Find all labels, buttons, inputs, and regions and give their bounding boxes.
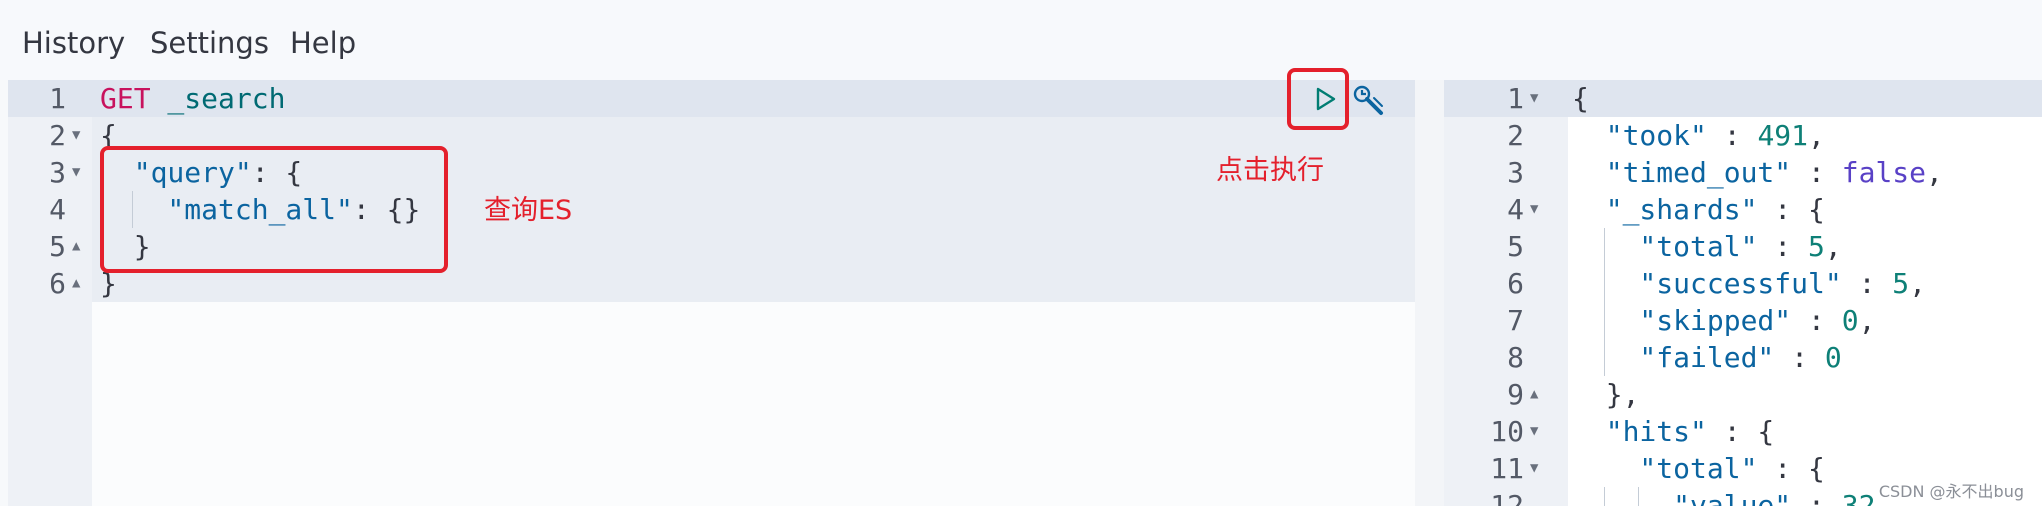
json-key: "_shards" bbox=[1572, 193, 1758, 226]
line-number: 5 bbox=[1507, 230, 1524, 263]
fold-down-icon[interactable]: ▼ bbox=[1530, 413, 1538, 450]
indent-guide bbox=[1638, 487, 1639, 506]
indent-guide bbox=[1604, 228, 1605, 376]
line-number: 9 bbox=[1507, 378, 1524, 411]
line-number: 8 bbox=[1507, 341, 1524, 374]
code-line: 3 "timed_out" : false, bbox=[1444, 154, 2042, 191]
code-text: , bbox=[1909, 267, 1927, 300]
code-text: : bbox=[1757, 230, 1809, 263]
line-number: 1 bbox=[49, 82, 66, 115]
request-editor[interactable]: 1 GET _search 2 ▼ { 3 ▼ "query": { 4 "ma… bbox=[8, 80, 1415, 506]
json-key: "took" bbox=[1572, 119, 1707, 152]
code-text: { bbox=[1572, 82, 1589, 115]
line-number: 3 bbox=[49, 156, 66, 189]
code-text: , bbox=[1926, 156, 1943, 189]
menu-settings[interactable]: Settings bbox=[150, 26, 269, 60]
wrench-icon[interactable] bbox=[1352, 84, 1386, 116]
query-annotation-label: 查询ES bbox=[484, 195, 573, 226]
line-number: 6 bbox=[1507, 267, 1524, 300]
line-number: 4 bbox=[1507, 193, 1524, 226]
json-key: "total" bbox=[1572, 452, 1758, 485]
code-line: 6 "successful" : 5, bbox=[1444, 265, 2042, 302]
json-number: 491 bbox=[1757, 119, 1809, 152]
fold-down-icon[interactable]: ▼ bbox=[1530, 191, 1538, 228]
code-line: 4 ▼ "_shards" : { bbox=[1444, 191, 2042, 228]
line-number: 2 bbox=[1507, 119, 1524, 152]
line-number: 5 bbox=[49, 230, 66, 263]
code-text: : bbox=[1774, 341, 1825, 374]
fold-down-icon[interactable]: ▼ bbox=[72, 117, 80, 154]
console-menubar: History Settings Help bbox=[0, 0, 2042, 80]
fold-up-icon[interactable]: ▲ bbox=[1530, 376, 1538, 413]
line-number: 6 bbox=[49, 267, 66, 300]
code-text: : { bbox=[1706, 415, 1775, 448]
menu-help[interactable]: Help bbox=[290, 26, 356, 60]
code-text: : bbox=[1841, 267, 1893, 300]
run-annotation-box bbox=[1287, 68, 1349, 130]
code-line: 1 GET _search bbox=[8, 80, 1415, 117]
json-key: "total" bbox=[1572, 230, 1758, 263]
code-text: : bbox=[1791, 489, 1842, 506]
line-number: 7 bbox=[1507, 304, 1524, 337]
json-key: "failed" bbox=[1572, 341, 1775, 374]
json-number: 0 bbox=[1841, 304, 1859, 337]
response-viewer[interactable]: 1 ▼ { 2 "took" : 491, 3 "timed_out" : fa… bbox=[1444, 80, 2042, 506]
code-line: 1 ▼ { bbox=[1444, 80, 2042, 117]
fold-down-icon[interactable]: ▼ bbox=[1530, 450, 1538, 487]
line-number: 11 bbox=[1490, 452, 1524, 485]
watermark: CSDN @永不出bug bbox=[1874, 478, 2028, 502]
code-text: : { bbox=[1757, 452, 1825, 485]
code-text: , bbox=[1824, 230, 1842, 263]
menu-history[interactable]: History bbox=[22, 26, 125, 60]
indent-guide bbox=[1604, 487, 1605, 506]
json-key: "successful" bbox=[1572, 267, 1842, 300]
code-line: 5 "total" : 5, bbox=[1444, 228, 2042, 265]
fold-down-icon[interactable]: ▼ bbox=[72, 154, 80, 191]
json-number: 5 bbox=[1892, 267, 1910, 300]
fold-down-icon[interactable]: ▼ bbox=[1530, 80, 1538, 117]
code-text: , bbox=[1858, 304, 1876, 337]
line-number: 10 bbox=[1490, 415, 1524, 448]
json-boolean: false bbox=[1841, 156, 1927, 189]
fold-up-icon[interactable]: ▲ bbox=[72, 228, 80, 265]
fold-up-icon[interactable]: ▲ bbox=[72, 265, 80, 302]
json-number: 5 bbox=[1808, 230, 1825, 263]
code-text: : { bbox=[1757, 193, 1825, 226]
code-text: }, bbox=[1572, 378, 1640, 411]
code-line: 7 "skipped" : 0, bbox=[1444, 302, 2042, 339]
code-line: 2 "took" : 491, bbox=[1444, 117, 2042, 154]
query-annotation-box bbox=[100, 146, 448, 273]
code-line: 9 ▲ }, bbox=[1444, 376, 2042, 413]
line-number: 1 bbox=[1507, 82, 1524, 115]
json-key: "timed_out" bbox=[1572, 156, 1792, 189]
request-path: _search bbox=[150, 82, 286, 115]
line-number: 3 bbox=[1507, 156, 1524, 189]
json-number: 0 bbox=[1824, 341, 1842, 374]
code-line: 8 "failed" : 0 bbox=[1444, 339, 2042, 376]
code-text: : bbox=[1706, 119, 1758, 152]
pane-resizer[interactable] bbox=[1415, 80, 1444, 506]
code-text: , bbox=[1808, 119, 1825, 152]
line-number: 2 bbox=[49, 119, 66, 152]
json-key: "hits" bbox=[1572, 415, 1707, 448]
http-method: GET bbox=[100, 82, 151, 115]
code-text: : bbox=[1791, 156, 1842, 189]
line-number: 12 bbox=[1490, 489, 1524, 506]
line-number: 4 bbox=[49, 193, 66, 226]
code-text: : bbox=[1791, 304, 1842, 337]
run-annotation-label: 点击执行 bbox=[1216, 155, 1324, 186]
json-number: 32 bbox=[1841, 489, 1876, 506]
code-line: 10 ▼ "hits" : { bbox=[1444, 413, 2042, 450]
